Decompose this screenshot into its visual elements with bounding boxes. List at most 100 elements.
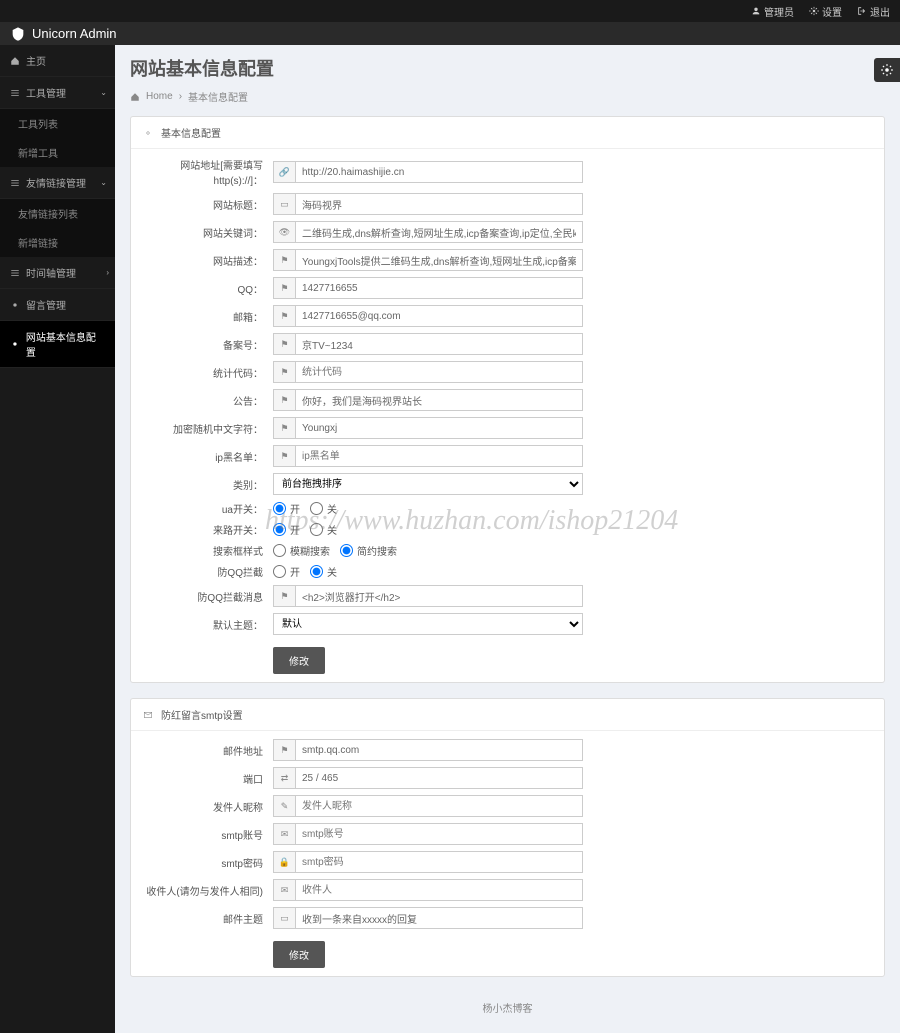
topbar-settings[interactable]: 设置 <box>809 4 842 19</box>
theme-select[interactable]: 默认 <box>273 613 583 635</box>
label-ua: ua开关： <box>143 501 273 516</box>
tongji-input[interactable] <box>295 361 583 383</box>
flag-icon: ⚑ <box>273 333 295 355</box>
topbar-admin[interactable]: 管理员 <box>751 4 794 19</box>
sidebar-links-add[interactable]: 新增链接 <box>0 228 115 257</box>
settings-tab[interactable] <box>874 58 900 82</box>
sidebar-tools-add[interactable]: 新增工具 <box>0 138 115 167</box>
url-icon: 🔗 <box>273 161 295 183</box>
page-title: 网站基本信息配置 <box>130 55 885 81</box>
gear-icon <box>880 63 894 77</box>
label-desc: 网站描述： <box>143 253 273 268</box>
sidebar-tools-list[interactable]: 工具列表 <box>0 109 115 138</box>
sidebar: 主页 工具管理 ⌄ 工具列表 新增工具 友情链接管理 ⌄ 友情链接列表 新增链接… <box>0 45 115 1033</box>
label-mailsubject: 邮件主题 <box>143 911 273 926</box>
qqblock-on-radio[interactable] <box>273 565 286 578</box>
flag-icon: ⚑ <box>273 305 295 327</box>
category-select[interactable]: 前台拖拽排序 <box>273 473 583 495</box>
search-fuzzy-radio[interactable] <box>273 544 286 557</box>
breadcrumb-home[interactable]: Home <box>146 91 173 102</box>
mail-icon: ✉ <box>273 823 295 845</box>
chevron-down-icon: ⌄ <box>100 88 107 97</box>
flag-icon: ⚑ <box>273 389 295 411</box>
sendernick-input[interactable] <box>295 795 583 817</box>
encrypt-input[interactable] <box>295 417 583 439</box>
headerbar: Unicorn Admin <box>0 22 900 45</box>
referer-on-radio[interactable] <box>273 523 286 536</box>
label-search: 搜索框样式 <box>143 543 273 558</box>
list-icon <box>10 88 20 98</box>
notice-input[interactable] <box>295 389 583 411</box>
ua-on-radio[interactable] <box>273 502 286 515</box>
flag-icon: ⚑ <box>273 417 295 439</box>
panel-header: 基本信息配置 <box>131 117 884 149</box>
label-title: 网站标题： <box>143 197 273 212</box>
topbar-logout[interactable]: 退出 <box>857 4 890 19</box>
submit-button-1[interactable]: 修改 <box>273 647 325 674</box>
title-input[interactable] <box>295 193 583 215</box>
main-content: https://www.huzhan.com/ishop21204 网站基本信息… <box>115 45 900 1033</box>
breadcrumb: Home › 基本信息配置 <box>130 89 885 104</box>
lock-icon: 🔒 <box>273 851 295 873</box>
label-theme: 默认主题： <box>143 617 273 632</box>
panel-header-2: 防红留言smtp设置 <box>131 699 884 731</box>
sidebar-siteinfo[interactable]: 网站基本信息配置 <box>0 321 115 368</box>
qqblockmsg-input[interactable] <box>295 585 583 607</box>
url-input[interactable] <box>295 161 583 183</box>
label-qqblock: 防QQ拦截 <box>143 564 273 579</box>
breadcrumb-current: 基本信息配置 <box>188 89 248 104</box>
sidebar-msg[interactable]: 留言管理 <box>0 289 115 321</box>
ipblack-input[interactable] <box>295 445 583 467</box>
submit-button-2[interactable]: 修改 <box>273 941 325 968</box>
label-referer: 来路开关： <box>143 522 273 537</box>
mailaddr-input[interactable] <box>295 739 583 761</box>
home-icon <box>130 92 140 102</box>
user-icon <box>751 6 761 16</box>
chevron-down-icon: ⌄ <box>100 178 107 187</box>
label-ipblack: ip黑名单： <box>143 449 273 464</box>
label-smtppwd: smtp密码 <box>143 855 273 870</box>
label-category: 类别： <box>143 477 273 492</box>
qq-input[interactable] <box>295 277 583 299</box>
referer-off-radio[interactable] <box>310 523 323 536</box>
port-input[interactable] <box>295 767 583 789</box>
desc-input[interactable] <box>295 249 583 271</box>
smtpaccount-input[interactable] <box>295 823 583 845</box>
label-encrypt: 加密随机中文字符： <box>143 421 273 436</box>
label-email: 邮箱： <box>143 309 273 324</box>
label-notice: 公告： <box>143 393 273 408</box>
label-qq: QQ： <box>143 281 273 296</box>
sidebar-tools[interactable]: 工具管理 ⌄ <box>0 77 115 109</box>
email-input[interactable] <box>295 305 583 327</box>
random-icon: ⇄ <box>273 767 295 789</box>
sidebar-links[interactable]: 友情链接管理 ⌄ <box>0 167 115 199</box>
label-qqblockmsg: 防QQ拦截消息 <box>143 589 273 604</box>
label-tongji: 统计代码： <box>143 365 273 380</box>
label-beian: 备案号： <box>143 337 273 352</box>
sidebar-home[interactable]: 主页 <box>0 45 115 77</box>
panel-smtp: 防红留言smtp设置 邮件地址⚑ 端口⇄ 发件人昵称✎ smtp账号✉ smtp… <box>130 698 885 977</box>
ua-off-radio[interactable] <box>310 502 323 515</box>
chevron-right-icon: › <box>106 268 109 277</box>
mail-icon: ✉ <box>273 879 295 901</box>
keywords-input[interactable] <box>295 221 583 243</box>
logo[interactable]: Unicorn Admin <box>10 26 117 42</box>
label-mailaddr: 邮件地址 <box>143 743 273 758</box>
logout-icon <box>857 6 867 16</box>
qqblock-off-radio[interactable] <box>310 565 323 578</box>
label-smtpaccount: smtp账号 <box>143 827 273 842</box>
sidebar-links-list[interactable]: 友情链接列表 <box>0 199 115 228</box>
flag-icon: ⚑ <box>273 739 295 761</box>
receiver-input[interactable] <box>295 879 583 901</box>
tag-icon: ▭ <box>273 907 295 929</box>
search-simple-radio[interactable] <box>340 544 353 557</box>
label-port: 端口 <box>143 771 273 786</box>
beian-input[interactable] <box>295 333 583 355</box>
smtppwd-input[interactable] <box>295 851 583 873</box>
label-sendernick: 发件人昵称 <box>143 799 273 814</box>
mailsubject-input[interactable] <box>295 907 583 929</box>
flag-icon: ⚑ <box>273 585 295 607</box>
gear-icon <box>10 300 20 310</box>
flag-icon: ⚑ <box>273 277 295 299</box>
sidebar-timeline[interactable]: 时间轴管理 › <box>0 257 115 289</box>
